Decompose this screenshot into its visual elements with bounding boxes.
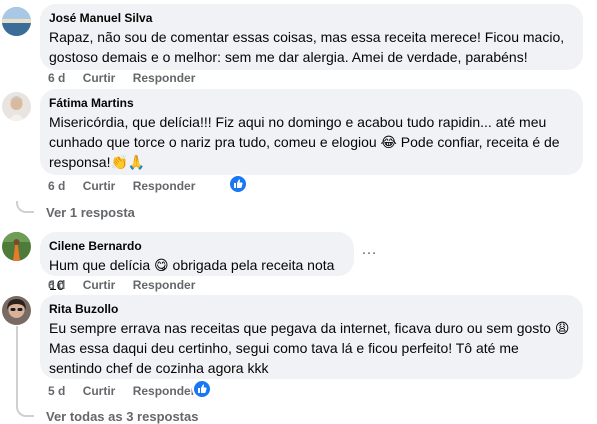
comment-time[interactable]: 6 d bbox=[48, 278, 65, 292]
comment-author[interactable]: Rita Buzollo bbox=[49, 302, 571, 317]
comment-actions: 6 d Curtir Responder bbox=[48, 179, 209, 193]
comment-author[interactable]: José Manuel Silva bbox=[49, 11, 571, 26]
comment-bubble: Cilene Bernardo Hum que delícia 😋 obriga… bbox=[40, 232, 354, 293]
comment-text: Eu sempre errava nas receitas que pegava… bbox=[49, 320, 570, 376]
avatar[interactable] bbox=[2, 232, 31, 261]
thread-line bbox=[16, 201, 34, 213]
avatar[interactable] bbox=[2, 296, 31, 325]
like-button[interactable]: Curtir bbox=[83, 179, 116, 193]
comment-bubble: José Manuel Silva Rapaz, não sou de come… bbox=[40, 4, 583, 70]
like-icon[interactable] bbox=[228, 174, 248, 194]
thread-line bbox=[16, 326, 18, 408]
reply-button[interactable]: Responder bbox=[133, 278, 196, 292]
avatar[interactable] bbox=[2, 7, 31, 36]
more-options-icon[interactable]: … bbox=[361, 241, 378, 259]
reply-button[interactable]: Responder bbox=[133, 179, 196, 193]
comment-time[interactable]: 6 d bbox=[48, 179, 65, 193]
comment-actions: 6 d Curtir Responder bbox=[48, 278, 209, 292]
comment-actions: 6 d Curtir Responder bbox=[48, 71, 209, 85]
like-button[interactable]: Curtir bbox=[83, 71, 116, 85]
comment-text: Misericórdia, que delícia!!! Fiz aqui no… bbox=[49, 114, 560, 170]
thread-line bbox=[16, 405, 34, 417]
comment-bubble: Fátima Martins Misericórdia, que delícia… bbox=[40, 89, 583, 175]
comment-actions: 5 d Curtir Responder bbox=[48, 384, 209, 398]
view-replies-link[interactable]: Ver 1 resposta bbox=[46, 205, 135, 220]
like-icon[interactable] bbox=[192, 379, 212, 399]
comment-time[interactable]: 6 d bbox=[48, 71, 65, 85]
comment-author[interactable]: Fátima Martins bbox=[49, 96, 571, 111]
like-button[interactable]: Curtir bbox=[83, 278, 116, 292]
avatar[interactable] bbox=[2, 92, 31, 121]
reply-button[interactable]: Responder bbox=[133, 71, 196, 85]
comment-text: Rapaz, não sou de comentar essas coisas,… bbox=[49, 29, 565, 65]
like-button[interactable]: Curtir bbox=[83, 384, 116, 398]
comment-author[interactable]: Cilene Bernardo bbox=[49, 239, 342, 254]
view-replies-link[interactable]: Ver todas as 3 respostas bbox=[46, 409, 198, 424]
reply-button[interactable]: Responder bbox=[133, 384, 196, 398]
comment-time[interactable]: 5 d bbox=[48, 384, 65, 398]
comment-bubble: Rita Buzollo Eu sempre errava nas receit… bbox=[40, 295, 583, 379]
